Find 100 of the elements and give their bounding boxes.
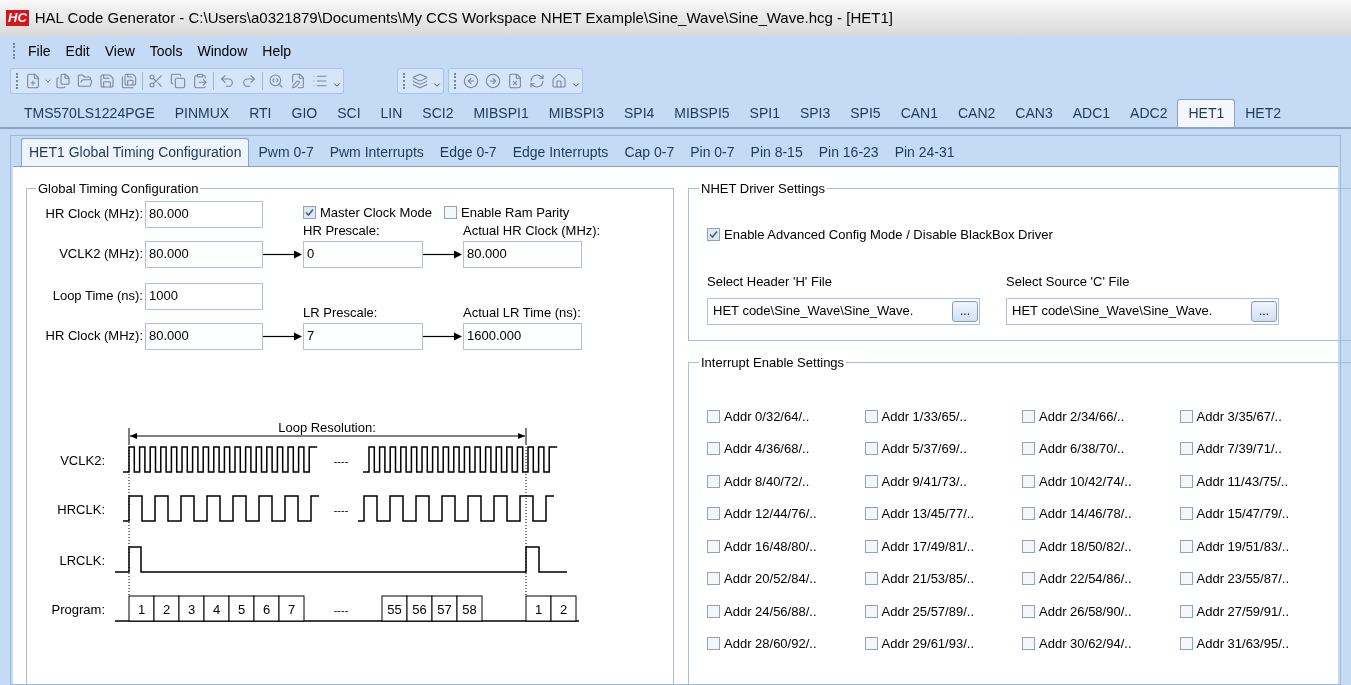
checkbox[interactable] xyxy=(707,539,720,553)
module-tab[interactable]: MIBSPI5 xyxy=(664,99,740,127)
checkbox[interactable] xyxy=(444,205,457,219)
input-field[interactable]: 0 xyxy=(303,240,423,268)
module-tab[interactable]: SPI4 xyxy=(613,99,665,127)
module-tab[interactable]: MIBSPI3 xyxy=(538,99,614,127)
checkbox[interactable] xyxy=(707,474,720,488)
section-tab[interactable]: Pwm Interrupts xyxy=(322,138,431,166)
menu-item[interactable]: View xyxy=(98,40,141,62)
input-field[interactable]: 80.000 xyxy=(145,200,263,228)
checkbox[interactable] xyxy=(864,604,878,618)
module-tab[interactable]: SPI3 xyxy=(789,99,841,127)
checkbox[interactable] xyxy=(707,409,720,423)
browse-button[interactable]: ... xyxy=(1251,300,1277,322)
menu-item[interactable]: Tools xyxy=(143,40,189,62)
checkbox-label: Addr 19/51/83/.. xyxy=(1196,537,1289,556)
checkbox[interactable] xyxy=(1022,442,1035,456)
module-tab[interactable]: SPI5 xyxy=(840,99,891,127)
input-field[interactable]: 80.000 xyxy=(145,240,263,268)
checkbox-label: Addr 6/38/70/.. xyxy=(1039,440,1125,458)
section-tab[interactable]: Cap 0-7 xyxy=(617,138,682,166)
module-tab[interactable]: TMS570LS1224PGE xyxy=(14,99,165,127)
checkbox-label: Enable Advanced Config Mode / Disable BlackBox Driver xyxy=(724,225,1053,244)
module-tab[interactable]: ADC1 xyxy=(1062,99,1121,127)
module-tab[interactable]: LIN xyxy=(370,99,413,127)
section-tab[interactable]: Pin 16-23 xyxy=(811,138,886,166)
checkbox-label: Addr 8/40/72/.. xyxy=(724,472,810,491)
section-tab[interactable]: Pwm 0-7 xyxy=(251,138,321,166)
input-field[interactable]: 80.000 xyxy=(463,240,582,268)
checkbox[interactable] xyxy=(707,507,720,521)
checkbox-label: Addr 23/55/87/.. xyxy=(1196,570,1289,588)
input-field[interactable]: 7 xyxy=(303,322,423,350)
checkbox[interactable] xyxy=(864,637,878,651)
module-tab[interactable]: HET1 xyxy=(1177,99,1236,127)
checkbox[interactable] xyxy=(1179,637,1193,651)
file-path-field[interactable]: HET code\Sine_Wave\Sine_Wave. ... xyxy=(1006,297,1279,325)
checkbox[interactable] xyxy=(1179,409,1193,423)
field-label: LR Prescale: xyxy=(303,304,379,322)
checkbox[interactable] xyxy=(1022,637,1035,651)
checkbox[interactable] xyxy=(1179,442,1193,456)
checkbox[interactable] xyxy=(1179,572,1193,586)
input-field[interactable]: 1600.000 xyxy=(463,322,582,350)
menu-item[interactable]: Window xyxy=(191,40,254,62)
section-tab[interactable]: Edge Interrupts xyxy=(505,138,616,166)
input-field[interactable]: 1000 xyxy=(145,282,263,310)
module-tab[interactable]: SCI2 xyxy=(412,99,464,127)
field-label: Select Source 'C' File xyxy=(1006,273,1131,291)
section-tab[interactable]: Pin 8-15 xyxy=(743,138,810,166)
section-tab[interactable]: Pin 0-7 xyxy=(683,138,742,166)
browse-button[interactable]: ... xyxy=(952,300,978,322)
module-tab[interactable]: GIO xyxy=(281,99,328,127)
checkbox[interactable] xyxy=(864,572,878,586)
checkbox[interactable] xyxy=(864,442,878,456)
checkbox[interactable] xyxy=(1022,409,1035,423)
input-field[interactable]: 80.000 xyxy=(145,322,263,350)
checkbox-label: Addr 29/61/93/.. xyxy=(881,635,974,653)
checkbox[interactable] xyxy=(1022,572,1035,586)
module-tab[interactable]: RTI xyxy=(239,99,282,127)
module-tab[interactable]: CAN1 xyxy=(890,99,948,127)
app-logo: HC xyxy=(6,10,29,26)
checkbox[interactable] xyxy=(1022,474,1035,488)
section-tab[interactable]: HET1 Global Timing Configuration xyxy=(21,138,250,166)
checkbox[interactable] xyxy=(1179,539,1193,553)
checkbox[interactable] xyxy=(707,637,720,651)
module-tab[interactable]: PINMUX xyxy=(164,99,240,127)
menu-item[interactable]: Edit xyxy=(59,40,96,62)
checkbox[interactable] xyxy=(864,409,878,423)
file-path-field[interactable]: HET code\Sine_Wave\Sine_Wave. ... xyxy=(707,297,980,325)
checkbox-label: Addr 12/44/76/.. xyxy=(724,505,817,523)
module-tab[interactable]: ADC2 xyxy=(1120,99,1178,127)
checkbox[interactable] xyxy=(864,474,878,488)
checkbox[interactable] xyxy=(707,604,720,618)
module-tab[interactable]: CAN3 xyxy=(1005,99,1063,127)
module-tab[interactable]: MIBSPI1 xyxy=(463,99,539,127)
checkbox[interactable] xyxy=(864,507,878,521)
checkbox[interactable] xyxy=(707,572,720,586)
field-label: HR Clock (MHz): xyxy=(44,205,144,224)
checkbox[interactable] xyxy=(1179,507,1193,521)
checkbox[interactable] xyxy=(1022,539,1035,553)
checkbox[interactable] xyxy=(707,227,720,241)
checkbox[interactable] xyxy=(1022,507,1035,521)
checkbox-label: Addr 31/63/95/.. xyxy=(1196,635,1289,653)
module-tab[interactable]: SPI1 xyxy=(739,99,790,127)
module-tab[interactable]: CAN2 xyxy=(948,99,1006,127)
checkbox[interactable] xyxy=(864,539,878,553)
field-label: Loop Time (ns): xyxy=(51,287,144,306)
checkbox[interactable] xyxy=(707,442,720,456)
module-tab[interactable]: HET2 xyxy=(1235,99,1292,127)
checkbox[interactable] xyxy=(1179,474,1193,488)
section-tab[interactable]: Pin 24-31 xyxy=(887,138,962,166)
menu-item[interactable]: File xyxy=(22,40,57,62)
dropdown-icon[interactable] xyxy=(44,77,52,85)
checkbox-label: Addr 13/45/77/.. xyxy=(881,505,974,523)
menu-item[interactable]: Help xyxy=(256,40,298,62)
checkbox[interactable] xyxy=(1022,604,1035,618)
checkbox[interactable] xyxy=(1179,604,1193,618)
module-tab[interactable]: SCI xyxy=(327,99,371,127)
checkbox[interactable] xyxy=(303,205,316,219)
group-title: Interrupt Enable Settings xyxy=(700,354,846,372)
section-tab[interactable]: Edge 0-7 xyxy=(432,138,504,166)
